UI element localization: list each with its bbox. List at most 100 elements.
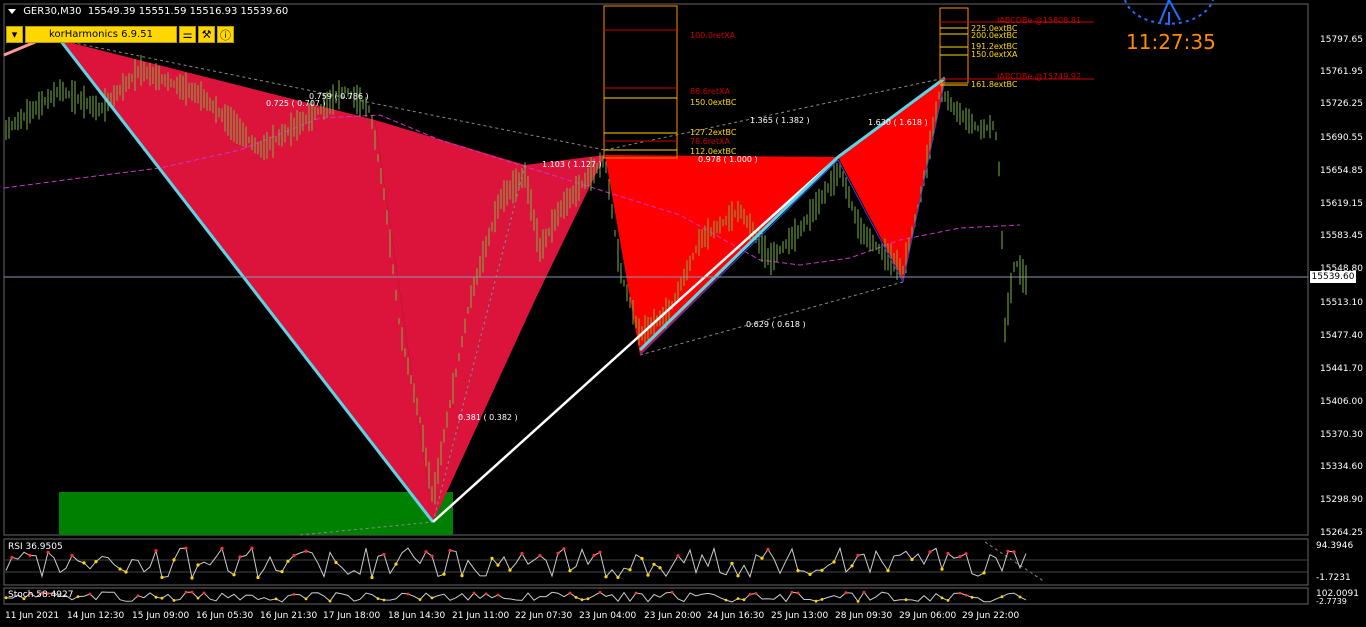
chevron-down-icon[interactable]: ▾ <box>6 26 23 43</box>
rsi-dot <box>250 546 254 550</box>
rsi-dot <box>538 554 542 558</box>
rsi-dot <box>946 551 950 556</box>
rsi-dot <box>562 547 566 551</box>
stoch-dot <box>634 591 638 595</box>
rsi-dot <box>286 559 290 563</box>
level-label: 78.6retXA <box>690 137 730 146</box>
rsi-dot <box>604 575 608 579</box>
price-tick: 15441.70 <box>1320 364 1363 374</box>
rsi-dot <box>232 573 236 577</box>
rsi-dot <box>118 567 122 571</box>
stoch-dot <box>382 598 386 602</box>
rsi-dot <box>1006 549 1010 553</box>
rsi-dot <box>766 547 770 552</box>
stoch-dot <box>292 593 296 596</box>
time-tick: 16 Jun 21:30 <box>260 611 318 621</box>
time-tick: 11 Jun 2021 <box>5 611 60 621</box>
stoch-dot <box>196 596 200 600</box>
rsi-dot <box>652 562 656 566</box>
stoch-dot <box>670 590 674 594</box>
chart-canvas[interactable] <box>0 0 1366 627</box>
clock-hand-2 <box>1168 0 1181 21</box>
rsi-dot <box>796 569 800 573</box>
sliders-icon[interactable]: ⚌ <box>179 26 196 43</box>
rsi-max: 94.3946 <box>1316 541 1354 551</box>
ohlc-values: 15549.39 15551.59 15516.93 15539.60 <box>87 6 289 17</box>
stoch-dot <box>946 599 950 602</box>
stoch-dot <box>172 599 176 602</box>
stoch-dot <box>1018 595 1022 599</box>
rsi-dot <box>556 551 560 555</box>
stoch-dot <box>856 600 860 603</box>
rsi-panel-frame <box>3 538 1309 586</box>
time-tick: 25 Jun 13:00 <box>771 611 829 621</box>
rsi-dot <box>394 562 398 566</box>
stoch-dot <box>820 598 824 601</box>
rsi-dot <box>598 550 602 554</box>
rsi-dot <box>958 555 962 559</box>
stoch-dot <box>724 598 728 602</box>
symbol-timeframe: GER30,M30 <box>23 6 82 17</box>
stoch-dot <box>574 596 578 599</box>
price-tick: 15726.25 <box>1320 99 1363 109</box>
rsi-dot <box>760 556 764 560</box>
rsi-dot <box>160 575 164 580</box>
price-tick: 15761.95 <box>1320 67 1363 77</box>
rsi-dot <box>640 556 644 561</box>
rsi-dot <box>304 549 308 553</box>
time-tick: 29 Jun 06:00 <box>899 611 957 621</box>
tools-icon[interactable]: ⚒ <box>198 26 215 43</box>
price-tick: 15406.00 <box>1320 397 1363 407</box>
time-tick: 23 Jun 20:00 <box>644 611 702 621</box>
rsi-dot <box>496 563 500 567</box>
time-tick: 29 Jun 22:00 <box>962 611 1020 621</box>
rsi-dot <box>508 568 512 572</box>
time-tick: 23 Jun 04:00 <box>579 611 637 621</box>
stoch-dot <box>4 596 8 600</box>
level-label: 127.2extBC <box>690 128 737 137</box>
rsi-dot <box>658 566 662 570</box>
rsi-dot <box>172 558 176 562</box>
rsi-trendline <box>984 541 1046 583</box>
rsi-dot <box>28 553 32 558</box>
chevron-down-icon[interactable] <box>8 8 16 14</box>
stoch-label: Stoch 58.4927 <box>8 590 74 600</box>
rsi-dot <box>424 550 428 554</box>
stoch-dot <box>748 593 752 596</box>
stoch-dot <box>496 593 500 597</box>
price-tick: 15690.55 <box>1320 133 1363 143</box>
time-tick: 21 Jun 11:00 <box>452 611 510 621</box>
rsi-dot <box>730 561 734 565</box>
rsi-dot <box>382 552 386 557</box>
rsi-dot <box>808 572 812 577</box>
stoch-dot <box>88 592 92 596</box>
info-icon[interactable]: ⓘ <box>217 26 234 43</box>
indicator-name-button[interactable]: korHarmonics 6.9.51 <box>25 26 177 43</box>
rsi-dot <box>280 570 284 574</box>
stoch-dot <box>328 599 332 603</box>
rsi-dot <box>196 563 200 567</box>
time-tick: 17 Jun 18:00 <box>323 611 381 621</box>
stoch-dot <box>814 599 818 603</box>
rsi-dot <box>334 560 338 565</box>
rsi-dot <box>370 575 374 580</box>
stoch-dot <box>568 591 572 595</box>
chart-header: GER30,M30 15549.39 15551.59 15516.93 155… <box>8 6 288 17</box>
level-label: 100.0retXA <box>690 31 736 40</box>
rsi-dot <box>616 575 620 580</box>
rsi-dot <box>448 548 452 553</box>
stoch-dot <box>844 591 848 595</box>
rsi-label: RSI 36.9505 <box>8 542 63 552</box>
stoch-dot <box>160 596 164 600</box>
rsi-dot <box>442 572 446 576</box>
current-price-label: 15539.60 <box>1310 271 1356 283</box>
stoch-dot <box>862 590 866 594</box>
level-label: 161.8extBC <box>971 80 1018 89</box>
potential-reversal-zone <box>59 492 453 535</box>
rsi-line <box>5 546 1027 580</box>
rsi-dot <box>82 561 86 565</box>
rsi-dot <box>256 575 260 580</box>
level-label: 200.0extBC <box>971 31 1018 40</box>
level-label: 88.6retXA <box>690 87 730 96</box>
price-tick: 15334.60 <box>1320 462 1363 472</box>
